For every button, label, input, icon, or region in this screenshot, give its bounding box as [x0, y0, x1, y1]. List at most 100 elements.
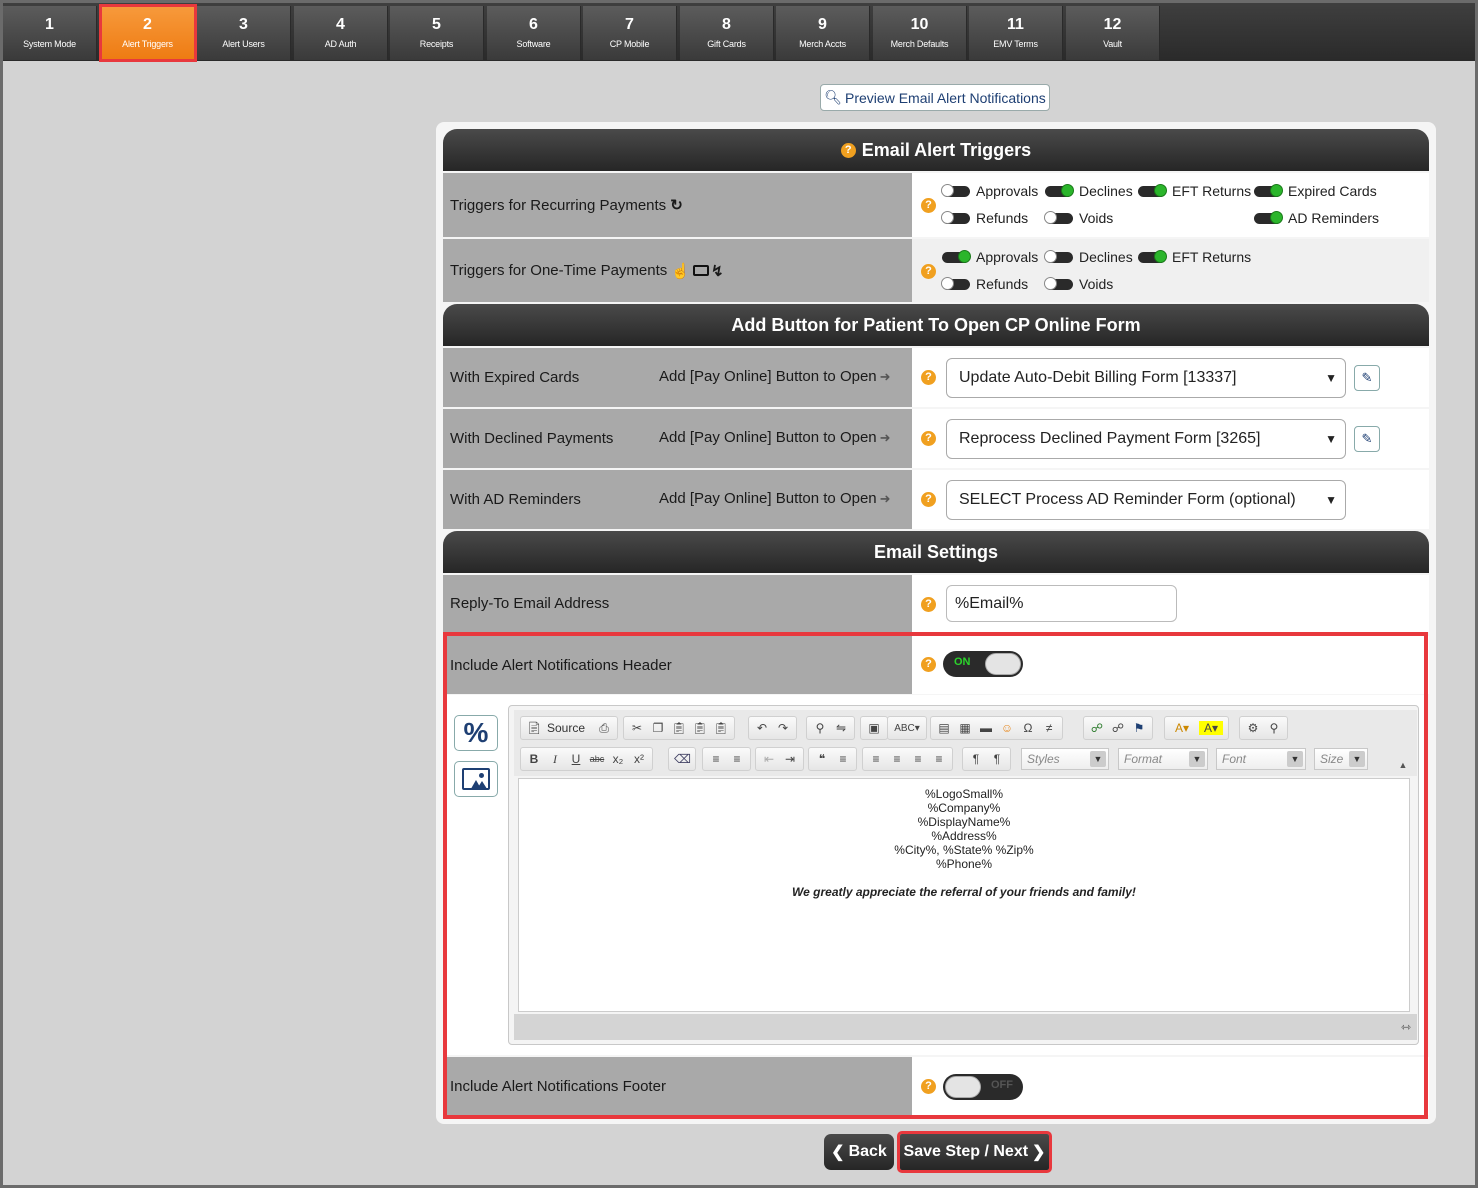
maximize-icon[interactable]: ⚙ [1245, 721, 1261, 735]
horizontal-rule-icon[interactable]: ▬ [978, 721, 994, 735]
onetime-approvals-toggle[interactable]: Approvals [942, 249, 1038, 265]
italic-icon[interactable]: I [547, 752, 563, 767]
help-icon[interactable]: ? [921, 370, 936, 385]
tab-receipts[interactable]: 5 Receipts [390, 6, 484, 60]
recurring-eft-returns-toggle[interactable]: EFT Returns [1138, 183, 1251, 199]
edit-form-button[interactable]: ✎ [1354, 426, 1380, 452]
help-icon[interactable]: ? [921, 657, 936, 672]
recurring-expired-cards-toggle[interactable]: Expired Cards [1254, 183, 1377, 199]
find-icon[interactable]: ⚲ [812, 721, 828, 735]
page-break-icon[interactable]: ≠ [1041, 721, 1057, 735]
header-toggle[interactable]: ON [943, 651, 1023, 677]
tab-gift-cards[interactable]: 8 Gift Cards [680, 6, 774, 60]
insert-variable-button[interactable]: % [454, 715, 498, 751]
collapse-toolbar-icon[interactable]: ▲ [1396, 760, 1410, 772]
switch[interactable] [941, 183, 970, 197]
tab-alert-users[interactable]: 3 Alert Users [197, 6, 291, 60]
tab-emv-terms[interactable]: 11 EMV Terms [969, 6, 1063, 60]
resize-grip-icon[interactable]: ⇿ [1401, 1020, 1411, 1034]
switch[interactable] [942, 249, 971, 263]
indent-icon[interactable]: ⇥ [782, 752, 798, 766]
switch[interactable] [1138, 249, 1167, 263]
source-button[interactable]: 📄︎ Source ⎙ [520, 716, 619, 740]
footer-toggle[interactable]: OFF [943, 1074, 1023, 1100]
subscript-icon[interactable]: x₂ [610, 752, 626, 766]
strikethrough-icon[interactable]: abc [589, 754, 605, 764]
styles-combo[interactable]: Styles ▼ [1021, 748, 1109, 770]
special-char-icon[interactable]: Ω [1020, 721, 1036, 735]
eraser-icon[interactable]: ⌫ [674, 752, 691, 766]
align-right-icon[interactable]: ≡ [910, 752, 926, 766]
edit-form-button[interactable]: ✎ [1354, 365, 1380, 391]
replace-icon[interactable]: ⇋ [833, 721, 849, 735]
onetime-voids-toggle[interactable]: Voids [1044, 276, 1113, 292]
switch[interactable] [941, 210, 970, 224]
cut-icon[interactable]: ✂ [629, 721, 645, 735]
switch[interactable] [941, 276, 970, 290]
recurring-voids-toggle[interactable]: Voids [1044, 210, 1113, 226]
align-left-icon[interactable]: ≡ [868, 752, 884, 766]
tab-merch-defaults[interactable]: 10 Merch Defaults [873, 6, 967, 60]
background-color-icon[interactable]: A▾ [1199, 721, 1223, 735]
ad-reminders-form-select[interactable]: SELECT Process AD Reminder Form (optiona… [946, 480, 1346, 520]
switch[interactable] [1254, 210, 1283, 224]
underline-icon[interactable]: U [568, 752, 584, 766]
help-icon[interactable]: ? [921, 198, 936, 213]
tab-cp-mobile[interactable]: 7 CP Mobile [583, 6, 677, 60]
unlink-icon[interactable]: ☍ [1110, 721, 1126, 735]
preview-email-button[interactable]: 🔍︎ Preview Email Alert Notifications [820, 84, 1050, 111]
save-next-button[interactable]: Save Step / Next ❯ [897, 1131, 1052, 1173]
recurring-declines-toggle[interactable]: Declines [1045, 183, 1133, 199]
reply-to-email-input[interactable]: %Email% [946, 585, 1177, 622]
switch[interactable] [1044, 249, 1073, 263]
superscript-icon[interactable]: x² [631, 752, 647, 766]
format-combo[interactable]: Format ▼ [1118, 748, 1208, 770]
preview-icon[interactable]: ⚲ [1266, 721, 1282, 735]
expired-cards-form-select[interactable]: Update Auto-Debit Billing Form [13337] ▼ [946, 358, 1346, 398]
onetime-declines-toggle[interactable]: Declines [1044, 249, 1133, 265]
help-icon[interactable]: ? [921, 1079, 936, 1094]
outdent-icon[interactable]: ⇤ [761, 752, 777, 766]
link-icon[interactable]: ☍ [1089, 721, 1105, 735]
font-combo[interactable]: Font ▼ [1216, 748, 1306, 770]
print-icon[interactable]: ⎙ [596, 721, 612, 736]
switch[interactable] [1044, 276, 1073, 290]
select-all-icon[interactable]: ▣ [866, 721, 882, 735]
rtl-icon[interactable]: ¶ [989, 752, 1005, 766]
help-icon[interactable]: ? [921, 492, 936, 507]
recurring-approvals-toggle[interactable]: Approvals [941, 183, 1038, 199]
recurring-ad-reminders-toggle[interactable]: AD Reminders [1254, 210, 1379, 226]
back-button[interactable]: ❮ Back [824, 1134, 894, 1170]
paste-icon[interactable]: 📋︎ [671, 721, 687, 735]
numbered-list-icon[interactable]: ≡ [708, 752, 724, 766]
anchor-flag-icon[interactable]: ⚑ [1131, 721, 1147, 735]
table-icon[interactable]: ▦ [957, 721, 973, 735]
size-combo[interactable]: Size ▼ [1314, 748, 1368, 770]
tab-alert-triggers[interactable]: 2 Alert Triggers [99, 4, 197, 62]
editor-content-area[interactable]: %LogoSmall% %Company% %DisplayName% %Add… [518, 778, 1410, 1012]
tab-software[interactable]: 6 Software [487, 6, 581, 60]
smiley-icon[interactable]: ☺ [999, 721, 1015, 735]
switch[interactable] [1045, 183, 1074, 197]
help-icon[interactable]: ? [921, 264, 936, 279]
tab-system-mode[interactable]: 1 System Mode [3, 6, 97, 60]
text-color-icon[interactable]: A▾ [1170, 721, 1194, 735]
help-icon[interactable]: ? [840, 142, 856, 158]
paste-text-icon[interactable]: 📋︎ [692, 721, 708, 735]
onetime-refunds-toggle[interactable]: Refunds [941, 276, 1028, 292]
help-icon[interactable]: ? [921, 431, 936, 446]
tab-merch-accts[interactable]: 9 Merch Accts [776, 6, 870, 60]
bold-icon[interactable]: B [526, 752, 542, 766]
image-insert-icon[interactable]: ▤ [936, 721, 952, 735]
blockquote-icon[interactable]: ❝ [814, 752, 830, 766]
align-justify-icon[interactable]: ≡ [931, 752, 947, 766]
insert-image-button[interactable] [454, 761, 498, 797]
undo-icon[interactable]: ↶ [754, 721, 770, 735]
div-container-icon[interactable]: ≡ [835, 752, 851, 766]
ltr-icon[interactable]: ¶ [968, 752, 984, 766]
recurring-refunds-toggle[interactable]: Refunds [941, 210, 1028, 226]
paste-word-icon[interactable]: 📋︎ [713, 721, 729, 735]
copy-icon[interactable]: ❐ [650, 721, 666, 735]
switch[interactable] [1138, 183, 1167, 197]
onetime-eft-returns-toggle[interactable]: EFT Returns [1138, 249, 1251, 265]
